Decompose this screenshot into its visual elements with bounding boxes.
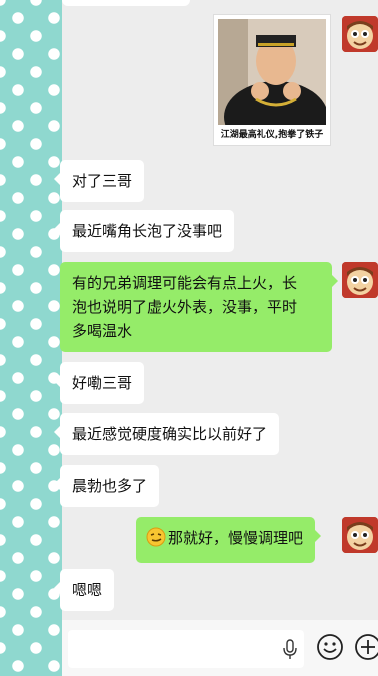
incoming-message[interactable]: 好嘞三哥 [53,362,145,404]
avatar[interactable] [342,262,378,298]
incoming-message[interactable]: 嗯嗯 [53,569,115,611]
plus-icon[interactable] [354,633,378,661]
outgoing-message[interactable]: 那就好，慢慢调理吧 [136,517,322,563]
incoming-message[interactable]: 最近嘴角长泡了没事吧 [53,210,235,252]
message-line: 泡也说明了虚火外表，没事，平时 [72,298,298,316]
avatar[interactable] [342,517,378,553]
incoming-message[interactable]: 对了三哥 [53,160,145,202]
avatar[interactable] [342,16,378,52]
sticker-message[interactable]: 江湖最高礼仪,抱拳了铁子 [213,14,331,146]
incoming-message[interactable]: 晨勃也多了 [53,465,160,507]
message-text: 对了三哥 [72,172,133,190]
message-text: 好嘞三哥 [72,374,133,392]
message-line: 多喝温水 [72,322,133,340]
message-text: 那就好，慢慢调理吧 [168,529,304,547]
message-text: 最近感觉硬度确实比以前好了 [72,425,268,443]
smile-icon[interactable] [316,633,344,661]
microphone-icon[interactable] [282,638,298,662]
message-line: 有的兄弟调理可能会有点上火，长 [72,274,298,292]
smirk-face-emoji-icon [146,527,166,554]
outgoing-message[interactable]: 有的兄弟调理可能会有点上火，长 泡也说明了虚火外表，没事，平时 多喝温水 [60,262,338,352]
polka-dot-border [0,0,62,676]
message-input[interactable] [68,630,304,668]
message-text: 嗯嗯 [72,581,103,599]
message-text: 最近嘴角长泡了没事吧 [72,222,223,240]
message-text: 晨勃也多了 [72,477,148,495]
previous-message-edge [62,0,190,6]
sticker-caption: 江湖最高礼仪,抱拳了铁子 [220,130,324,140]
incoming-message[interactable]: 最近感觉硬度确实比以前好了 [53,413,280,455]
sticker-image [218,19,326,125]
